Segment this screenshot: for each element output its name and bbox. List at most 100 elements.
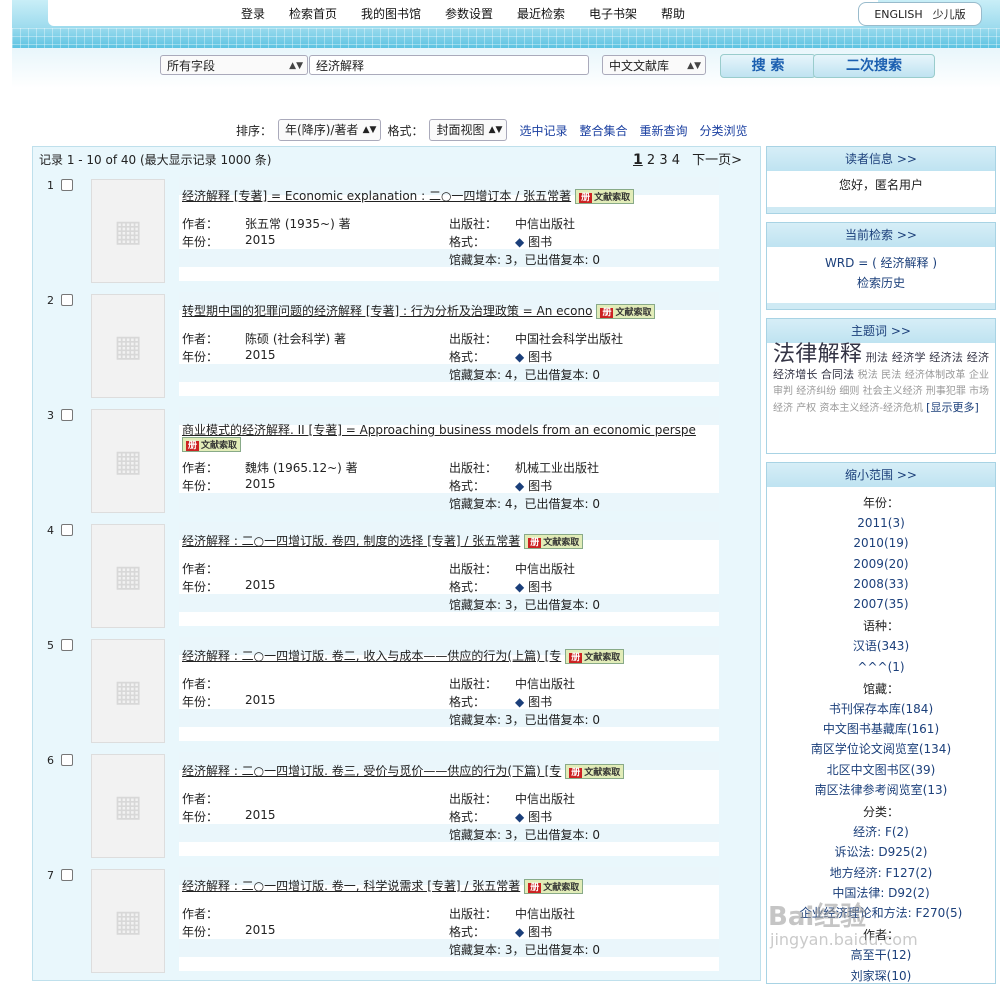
request-doc-button[interactable]: 册文献索取 (182, 437, 242, 452)
sort-select[interactable]: 年(降序)/著者 ▲▼ (278, 119, 382, 141)
show-more-link[interactable]: [显示更多] (926, 401, 979, 414)
category-browse-link[interactable]: 分类浏览 (700, 122, 748, 139)
record-title-link[interactable]: 经济解释 : 二○一四增订版. 卷一, 科学说需求 [专著] / 张五常著册文献… (182, 877, 584, 894)
subject-tag[interactable]: 法律解释 (773, 342, 862, 367)
facet-item[interactable]: 刘家琛(10) (767, 966, 995, 986)
facet-item[interactable]: 2009(20) (767, 554, 995, 574)
nav-item-2[interactable]: 我的图书馆 (361, 5, 421, 22)
request-doc-button[interactable]: 册文献索取 (524, 879, 584, 894)
facet-item[interactable]: 2008(33) (767, 574, 995, 594)
search-input[interactable]: 经济解释 (309, 55, 589, 75)
subject-tag[interactable]: 经济增长 (773, 368, 818, 381)
next-page-link[interactable]: 下一页> (692, 153, 742, 168)
format-label: 格式： (449, 350, 486, 364)
subject-tag[interactable]: 刑事犯罪 (926, 386, 966, 397)
subject-tag[interactable]: 企业 (969, 370, 989, 381)
subject-title[interactable]: 主题词 >> (767, 319, 995, 343)
second-search-button[interactable]: 二次搜索 (813, 54, 935, 78)
subject-tag[interactable]: 经济体制改革 (905, 370, 966, 381)
current-search-title[interactable]: 当前检索 >> (767, 223, 995, 247)
page-1-link[interactable]: 1 (633, 152, 643, 168)
nav-item-0[interactable]: 登录 (241, 5, 265, 22)
subject-tag[interactable]: 经济纠纷 (796, 386, 836, 397)
results-panel: 记录 1 - 10 of 40 (最大显示记录 1000 条) 1 2 3 4 … (32, 146, 761, 981)
request-doc-button[interactable]: 册文献索取 (565, 649, 625, 664)
result-record: 1 ▦ 经济解释 [专著] = Economic explanation : 二○一… (33, 173, 760, 285)
cover-placeholder-icon[interactable]: ▦ (91, 409, 165, 513)
request-doc-button[interactable]: 册文献索取 (575, 189, 635, 204)
nav-item-4[interactable]: 最近检索 (517, 5, 565, 22)
subject-tag[interactable]: 民法 (881, 370, 901, 381)
facet-item[interactable]: 2010(19) (767, 533, 995, 553)
publisher-value: 中信出版社 (515, 907, 576, 921)
nav-item-3[interactable]: 参数设置 (445, 5, 493, 22)
cover-placeholder-icon[interactable]: ▦ (91, 179, 165, 283)
record-checkbox[interactable] (61, 524, 73, 536)
record-checkbox[interactable] (61, 639, 73, 651)
record-checkbox[interactable] (61, 179, 73, 191)
facet-item[interactable]: ^^^(1) (767, 657, 995, 677)
cover-placeholder-icon[interactable]: ▦ (91, 639, 165, 743)
subject-tag[interactable]: 资本主义经济-经济危机 (819, 403, 923, 414)
cover-placeholder-icon[interactable]: ▦ (91, 524, 165, 628)
facet-item[interactable]: 中文图书基藏库(161) (767, 719, 995, 739)
facet-item[interactable]: 书刊保存本库(184) (767, 699, 995, 719)
publisher-value: 中信出版社 (515, 677, 576, 691)
selected-records-link[interactable]: 选中记录 (519, 122, 567, 139)
request-doc-button[interactable]: 册文献索取 (565, 764, 625, 779)
subject-tag[interactable]: 经济学 (892, 351, 926, 364)
lang-english-link[interactable]: ENGLISH (874, 8, 922, 21)
subject-tag[interactable]: 合同法 (821, 368, 854, 381)
record-title-link[interactable]: 商业模式的经济解释. II [专著] = Approaching busines… (182, 421, 696, 438)
record-title-link[interactable]: 经济解释 : 二○一四增订版. 卷四, 制度的选择 [专著] / 张五常著册文献… (182, 532, 584, 549)
record-checkbox[interactable] (61, 294, 73, 306)
subject-tag[interactable]: 税法 (858, 370, 878, 381)
record-title-link[interactable]: 转型期中国的犯罪问题的经济解释 [专著] : 行为分析及治理政策 = An ec… (182, 302, 656, 319)
record-title-link[interactable]: 经济解释 [专著] = Economic explanation : 二○一四增… (182, 187, 635, 204)
format-select[interactable]: 封面视图 ▲▼ (429, 119, 508, 141)
search-history-link[interactable]: 检索历史 (767, 273, 995, 293)
merge-set-link[interactable]: 整合集合 (579, 122, 627, 139)
cover-placeholder-icon[interactable]: ▦ (91, 754, 165, 858)
field-select[interactable]: 所有字段 ▲▼ (160, 55, 308, 75)
facet-item[interactable]: 地方经济: F127(2) (767, 863, 995, 883)
record-title-link[interactable]: 经济解释 : 二○一四增订版. 卷二, 收入与成本——供应的行为(上篇) [专册… (182, 647, 625, 664)
facet-item[interactable]: 北区中文图书区(39) (767, 760, 995, 780)
subject-tag[interactable]: 社会主义经济 (863, 386, 923, 397)
author-value: 魏炜 (1965.12~) 著 (245, 461, 358, 475)
subject-tag[interactable]: 刑法 (866, 351, 889, 364)
narrow-title[interactable]: 缩小范围 >> (767, 463, 995, 487)
subject-tag[interactable]: 细则 (839, 386, 859, 397)
subject-tag[interactable]: 产权 (796, 403, 816, 414)
subject-tag[interactable]: 经济法 (929, 351, 963, 364)
cover-placeholder-icon[interactable]: ▦ (91, 869, 165, 973)
page-2-link[interactable]: 2 (647, 153, 655, 168)
request-doc-button[interactable]: 册文献索取 (596, 304, 656, 319)
cover-placeholder-icon[interactable]: ▦ (91, 294, 165, 398)
facet-item[interactable]: 诉讼法: D925(2) (767, 842, 995, 862)
library-select[interactable]: 中文文献库 ▲▼ (602, 55, 706, 75)
record-checkbox[interactable] (61, 409, 73, 421)
facet-item[interactable]: 南区法律参考阅览室(13) (767, 780, 995, 800)
record-title-link[interactable]: 经济解释 : 二○一四增订版. 卷三, 受价与觅价——供应的行为(下篇) [专册… (182, 762, 625, 779)
subject-tag[interactable]: 审判 (773, 386, 793, 397)
reader-info-title[interactable]: 读者信息 >> (767, 147, 995, 171)
new-query-link[interactable]: 重新查询 (640, 122, 688, 139)
request-doc-button[interactable]: 册文献索取 (524, 534, 584, 549)
nav-item-6[interactable]: 帮助 (661, 5, 685, 22)
subject-tag[interactable]: 经济 (967, 351, 989, 364)
facet-item[interactable]: 经济: F(2) (767, 822, 995, 842)
nav-item-1[interactable]: 检索首页 (289, 5, 337, 22)
page-3-link[interactable]: 3 (659, 153, 667, 168)
record-checkbox[interactable] (61, 869, 73, 881)
facet-item[interactable]: 南区学位论文阅览室(134) (767, 739, 995, 759)
page-4-link[interactable]: 4 (672, 153, 680, 168)
facet-item[interactable]: 2007(35) (767, 594, 995, 614)
panel-footer (767, 207, 995, 213)
record-checkbox[interactable] (61, 754, 73, 766)
search-button[interactable]: 搜 索 (720, 54, 816, 78)
facet-item[interactable]: 汉语(343) (767, 636, 995, 656)
lang-kids-link[interactable]: 少儿版 (933, 6, 966, 22)
nav-item-5[interactable]: 电子书架 (589, 5, 637, 22)
facet-item[interactable]: 2011(3) (767, 513, 995, 533)
